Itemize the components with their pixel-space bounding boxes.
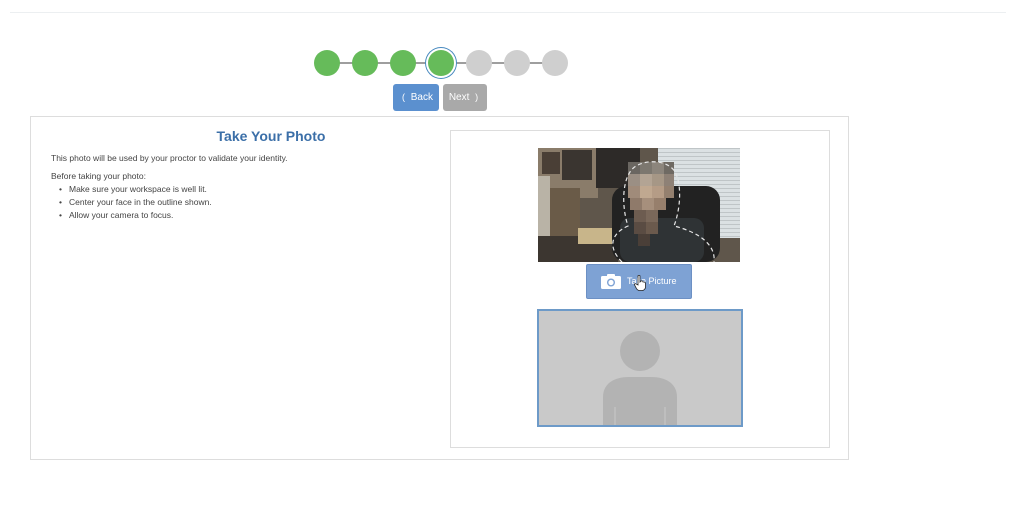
description-text: This photo will be used by your proctor … <box>51 153 288 163</box>
step-7-todo <box>542 50 568 76</box>
tip-item: Center your face in the outline shown. <box>59 196 212 209</box>
next-label: Next <box>448 92 470 103</box>
tip-item: Make sure your workspace is well lit. <box>59 183 212 196</box>
step-4-current <box>428 50 454 76</box>
camera-panel: Take Picture <box>450 130 830 448</box>
page-title: Take Your Photo <box>216 128 326 144</box>
progress-stepper <box>0 0 1009 80</box>
photo-panel: Take Your Photo This photo will be used … <box>30 116 849 460</box>
step-2-done <box>352 50 378 76</box>
step-5-todo <box>466 50 492 76</box>
webcam-feed <box>538 148 740 262</box>
webcam-image <box>538 148 740 262</box>
step-1-done <box>314 50 340 76</box>
next-chevron: ) <box>475 92 479 102</box>
tip-item: Allow your camera to focus. <box>59 209 212 222</box>
before-label: Before taking your photo: <box>51 171 146 181</box>
camera-icon <box>601 274 621 289</box>
next-button[interactable]: Next ) <box>443 84 487 111</box>
back-chevron: ( <box>401 92 405 102</box>
tips-list: Make sure your workspace is well lit. Ce… <box>59 183 212 222</box>
take-picture-button[interactable]: Take Picture <box>586 264 692 299</box>
person-silhouette-icon <box>603 331 677 425</box>
back-label: Back <box>410 92 433 103</box>
back-button[interactable]: ( Back <box>393 84 439 111</box>
photo-placeholder <box>537 309 743 427</box>
step-6-todo <box>504 50 530 76</box>
step-3-done <box>390 50 416 76</box>
hand-cursor-icon <box>634 275 646 291</box>
